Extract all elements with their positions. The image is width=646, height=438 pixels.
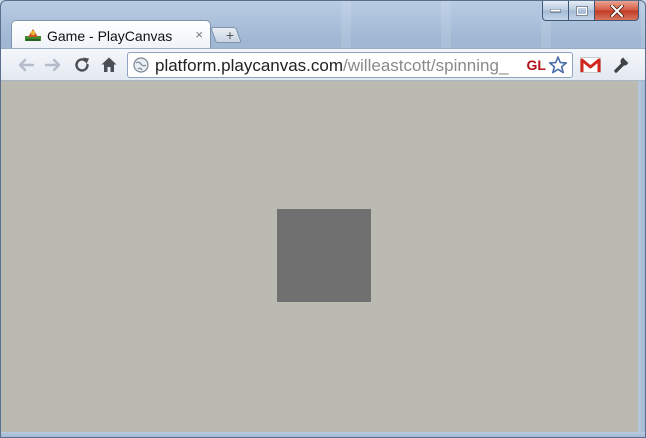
home-icon: [101, 57, 117, 72]
maximize-icon: [575, 5, 588, 16]
reload-button[interactable]: [72, 55, 92, 75]
gmail-button[interactable]: [579, 55, 601, 75]
maximize-button[interactable]: [569, 1, 595, 21]
wrench-menu-button[interactable]: [611, 55, 631, 75]
wrench-icon: [614, 56, 630, 73]
reload-icon: [75, 57, 89, 72]
window-caption-buttons: [542, 1, 639, 21]
close-window-button[interactable]: [595, 1, 639, 21]
page-viewport[interactable]: [1, 81, 638, 432]
playcanvas-favicon-icon: [25, 29, 41, 41]
minimize-button[interactable]: [542, 1, 569, 21]
url-path: /willeastcott/spinning_: [343, 56, 509, 75]
gmail-icon: [579, 57, 601, 73]
new-tab-plus-icon[interactable]: +: [220, 25, 240, 45]
minimize-icon: [550, 8, 561, 12]
window-frame-right: [638, 81, 645, 437]
browser-toolbar: platform.playcanvas.com/willeastcott/spi…: [1, 48, 645, 81]
globe-icon: [133, 57, 149, 73]
back-arrow-icon: [18, 58, 35, 72]
window-frame-bottom: [1, 432, 645, 437]
home-button[interactable]: [99, 55, 119, 75]
url-domain: platform.playcanvas.com: [155, 56, 344, 75]
back-button[interactable]: [16, 55, 36, 75]
forward-arrow-icon: [44, 58, 61, 72]
close-icon: [609, 4, 624, 17]
gl-extension-button[interactable]: GL: [524, 57, 546, 73]
spinning-cube: [277, 209, 371, 302]
tab-title: Game - PlayCanvas: [47, 28, 173, 44]
browser-window: Game - PlayCanvas × + platform.playcanva…: [0, 0, 646, 438]
bookmark-star-icon[interactable]: [548, 55, 568, 75]
url-text: platform.playcanvas.com/willeastcott/spi…: [155, 56, 508, 76]
tab-game-playcanvas[interactable]: Game - PlayCanvas ×: [11, 20, 211, 49]
tab-close-icon[interactable]: ×: [195, 28, 203, 42]
address-bar[interactable]: platform.playcanvas.com/willeastcott/spi…: [127, 52, 573, 78]
forward-button[interactable]: [43, 55, 63, 75]
